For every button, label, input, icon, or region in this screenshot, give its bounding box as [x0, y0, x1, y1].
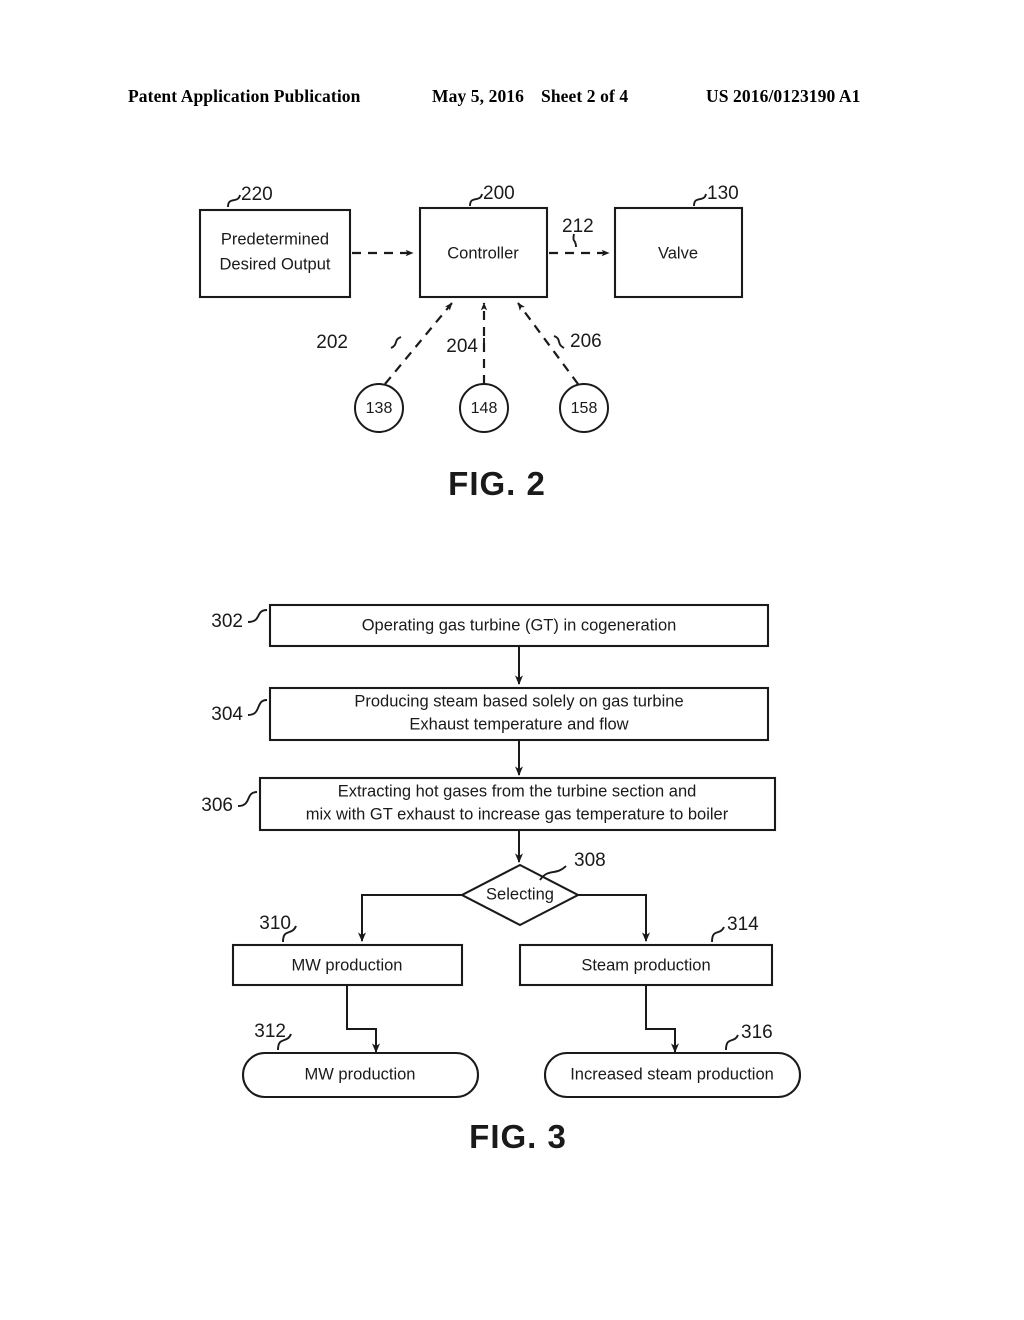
- fig2-box-220-label-line1: Predetermined: [221, 230, 329, 248]
- fig2-connector-158-to-200: [517, 302, 579, 385]
- fig3-connector-314-to-316: [645, 985, 679, 1053]
- fig2-node-220: Predetermined Desired Output 220: [198, 184, 352, 299]
- fig3-ref-302: 302: [211, 611, 243, 632]
- fig2-circle-158-value: 158: [571, 400, 598, 417]
- fig3-ref-310: 310: [259, 913, 291, 934]
- fig2-node-130: Valve 130: [613, 183, 744, 299]
- figure-2: Predetermined Desired Output 220 Control…: [198, 183, 744, 502]
- fig2-sensor-148: 148: [459, 383, 509, 433]
- header-date: May 5, 2016: [432, 86, 524, 106]
- fig2-sensor-138: 138: [354, 383, 404, 433]
- fig3-terminal-316: Increased steam production 316: [543, 1022, 802, 1099]
- page-header: Patent Application Publication May 5, 20…: [0, 86, 1024, 114]
- fig3-leader-304: [247, 699, 268, 716]
- fig2-box-220-label-line2: Desired Output: [220, 255, 331, 273]
- fig2-ref-130: 130: [707, 183, 739, 204]
- fig3-box-310-label: MW production: [292, 956, 403, 974]
- fig3-ref-316: 316: [741, 1022, 773, 1043]
- fig2-sensor-158: 158: [559, 383, 609, 433]
- fig3-box-306-label-line2: mix with GT exhaust to increase gas temp…: [306, 805, 729, 823]
- fig2-circle-148-value: 148: [471, 400, 498, 417]
- fig2-circle-138-value: 138: [366, 400, 393, 417]
- fig3-decision-308: Selecting 308: [459, 850, 606, 927]
- fig3-box-306-label-line1: Extracting hot gases from the turbine se…: [338, 782, 697, 800]
- fig3-step-310: MW production 310: [231, 913, 464, 987]
- fig2-leader-206: [553, 335, 565, 349]
- patent-drawing-page: Patent Application Publication May 5, 20…: [0, 0, 1024, 1320]
- fig3-ref-314: 314: [727, 914, 759, 935]
- fig2-leader-130: [693, 193, 707, 207]
- fig2-box-130-label: Valve: [658, 244, 698, 262]
- fig2-box-200-label: Controller: [447, 244, 519, 262]
- fig2-leader-200: [469, 193, 483, 207]
- fig2-leader-220: [227, 194, 241, 208]
- fig3-step-302: Operating gas turbine (GT) in cogenerati…: [211, 603, 770, 648]
- fig3-connector-308-to-310: [358, 894, 462, 942]
- fig2-ref-202: 202: [316, 332, 348, 353]
- fig3-ref-304: 304: [211, 704, 243, 725]
- fig2-caption: FIG. 2: [448, 465, 546, 502]
- fig3-leader-314: [711, 926, 725, 943]
- figure-3: Operating gas turbine (GT) in cogenerati…: [201, 603, 802, 1155]
- fig3-step-306: Extracting hot gases from the turbine se…: [201, 776, 777, 832]
- fig3-rounded-316-label: Increased steam production: [570, 1065, 774, 1083]
- header-publication: Patent Application Publication: [128, 86, 361, 106]
- fig3-ref-306: 306: [201, 795, 233, 816]
- fig3-leader-302: [247, 609, 268, 623]
- fig3-box-302-label: Operating gas turbine (GT) in cogenerati…: [362, 616, 677, 634]
- fig3-step-304: Producing steam based solely on gas turb…: [211, 686, 770, 742]
- fig3-caption: FIG. 3: [469, 1118, 567, 1155]
- header-sheet-number: Sheet 2 of 4: [541, 86, 629, 106]
- fig2-node-200: Controller 200: [418, 183, 549, 299]
- header-patent-number: US 2016/0123190 A1: [706, 86, 861, 106]
- fig3-box-304-label-line2: Exhaust temperature and flow: [409, 715, 628, 733]
- fig2-ref-200: 200: [483, 183, 515, 204]
- fig3-connector-308-to-314: [578, 894, 650, 942]
- fig3-ref-308: 308: [574, 850, 606, 871]
- fig3-ref-312: 312: [254, 1021, 286, 1042]
- fig3-rounded-312-label: MW production: [305, 1065, 416, 1083]
- fig3-diamond-308-label: Selecting: [486, 885, 554, 903]
- fig3-box-314-label: Steam production: [581, 956, 710, 974]
- fig3-connector-310-to-312: [346, 985, 380, 1053]
- fig2-ref-220: 220: [241, 184, 273, 205]
- fig2-ref-204: 204: [446, 336, 478, 357]
- fig2-ref-212: 212: [562, 216, 594, 237]
- fig3-leader-306: [237, 791, 258, 807]
- fig2-leader-202: [390, 336, 402, 349]
- fig2-ref-206: 206: [570, 331, 602, 352]
- fig3-leader-316: [725, 1034, 739, 1051]
- fig2-box-220-shape: [198, 208, 352, 299]
- fig3-box-304-label-line1: Producing steam based solely on gas turb…: [354, 692, 683, 710]
- fig3-terminal-312: MW production 312: [241, 1021, 480, 1099]
